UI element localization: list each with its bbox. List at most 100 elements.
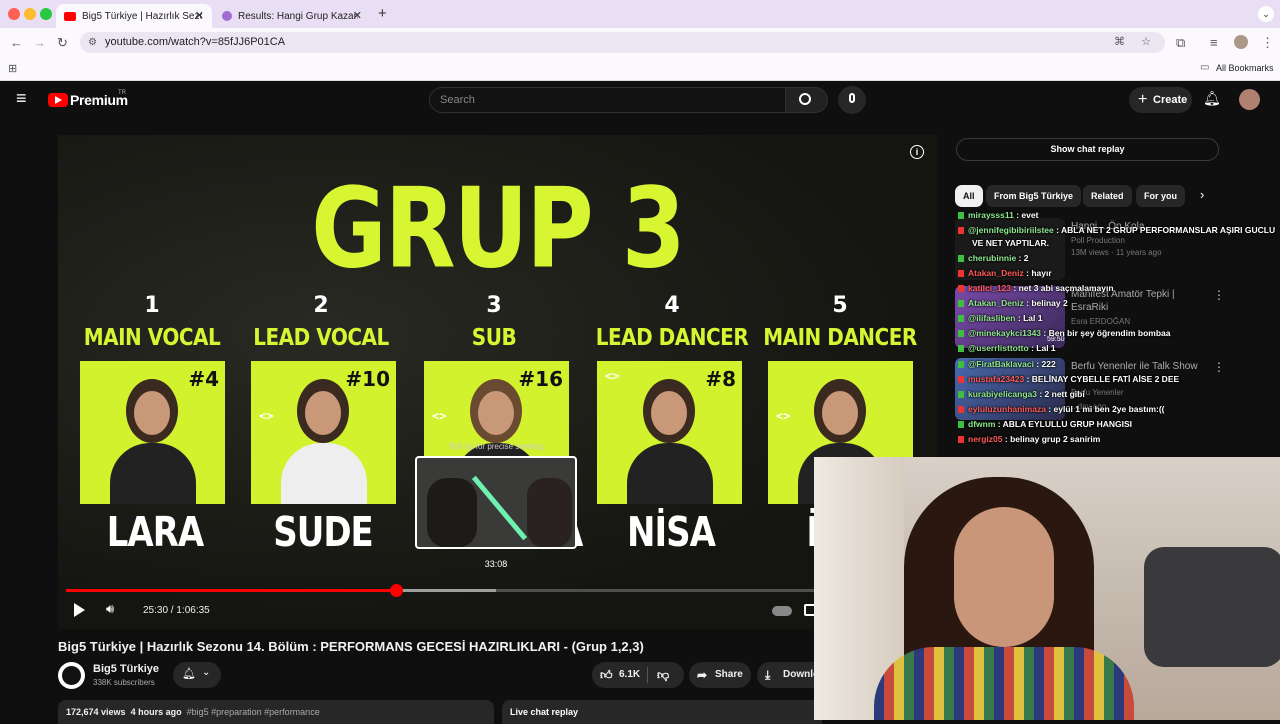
chevron-right-icon[interactable]: ›: [1200, 187, 1204, 202]
extensions-icon[interactable]: ⧉: [1176, 35, 1185, 51]
channel-logo-icon: [62, 666, 81, 685]
download-icon: ⤓: [765, 668, 771, 682]
chat-message: VE NET YAPTILAR.: [972, 238, 1049, 248]
chat-message: 2: [1023, 253, 1029, 263]
live-chat-replay-header[interactable]: Live chat replay: [502, 700, 822, 724]
chat-badge-icon: [958, 270, 964, 277]
youtube-header: ≡ Premium TR Search + Create 🔔︎: [0, 81, 1280, 119]
autoplay-toggle[interactable]: [772, 606, 792, 616]
chip-all[interactable]: All: [955, 185, 983, 207]
show-chat-replay-button[interactable]: Show chat replay: [956, 138, 1219, 161]
reload-icon[interactable]: ↻: [57, 35, 68, 51]
tab-results[interactable]: Results: Hangi Grup Kazanır? ✕: [214, 4, 370, 28]
member-body: [627, 443, 713, 504]
view-count: 172,674 views: [66, 707, 126, 717]
rec-meta: 13M views · 11 years ago: [1071, 248, 1162, 257]
chat-badge-icon: [958, 376, 964, 383]
chat-message: eylül 1 mi ben 2ye bastım:((: [1053, 404, 1165, 414]
back-icon[interactable]: ←: [10, 35, 23, 50]
member-face: [134, 391, 170, 435]
info-icon[interactable]: i: [910, 145, 924, 159]
minimize-window-button[interactable]: [24, 8, 36, 20]
chat-message: Lal 1: [1023, 313, 1043, 323]
address-bar-row: ← → ↻ ⚙ youtube.com/watch?v=85fJJ6P01CA …: [0, 28, 1280, 56]
member-face: [478, 391, 514, 435]
more-options-icon[interactable]: ⋮: [1213, 288, 1225, 302]
dislike-icon[interactable]: 👎︎: [657, 662, 669, 688]
bookmarks-bar: ⊞ ▭ All Bookmarks: [0, 56, 1280, 81]
live-chat-label: Live chat replay: [510, 707, 579, 717]
download-button[interactable]: ⤓ Downlo: [757, 662, 819, 688]
video-player[interactable]: GRUP 3 i 1 MAIN VOCAL #4 LARA 2 LEAD VOC…: [58, 135, 937, 629]
youtube-logo-icon[interactable]: [48, 93, 68, 107]
rec-channel: Esra ERDOĞAN: [1071, 317, 1131, 326]
chat-message: Lal 1: [1036, 343, 1056, 353]
chat-badge-icon: [958, 255, 964, 262]
webcam-chair: [1144, 547, 1280, 667]
close-tab-icon[interactable]: ✕: [353, 9, 362, 22]
chat-badge-icon: [958, 315, 964, 322]
scrubber-handle[interactable]: [389, 584, 403, 597]
webcam-overlay: [814, 457, 1280, 720]
browser-menu-icon[interactable]: ⋮: [1261, 35, 1274, 51]
profile-avatar[interactable]: [1234, 35, 1248, 49]
url-input[interactable]: ⚙ youtube.com/watch?v=85fJJ6P01CA ⌘ ☆: [80, 32, 1165, 53]
channel-avatar[interactable]: [58, 662, 85, 689]
chat-user: @ilifasliben: [968, 313, 1016, 323]
all-bookmarks-link[interactable]: All Bookmarks: [1216, 63, 1274, 73]
description-box[interactable]: 172,674 views 4 hours ago #big5 #prepara…: [58, 700, 494, 724]
volume-icon[interactable]: 🔊︎: [106, 601, 114, 617]
play-button[interactable]: [74, 603, 85, 617]
subscribed-bell-button[interactable]: 🔔︎ ⌄: [173, 662, 221, 688]
close-tab-icon[interactable]: ✕: [195, 9, 204, 22]
chip-related[interactable]: Related: [1083, 185, 1132, 207]
like-icon[interactable]: 👍︎: [600, 662, 613, 688]
hashtags[interactable]: #big5 #preparation #performance: [187, 707, 320, 717]
close-window-button[interactable]: [8, 8, 20, 20]
member-name: SUDE: [273, 509, 374, 557]
share-button[interactable]: ➦ Share: [689, 662, 751, 688]
member-role: LEAD VOCAL: [253, 323, 389, 351]
member-tag: #10: [345, 367, 390, 391]
chip-for-you[interactable]: For you: [1136, 185, 1185, 207]
zoom-window-button[interactable]: [40, 8, 52, 20]
voice-search-button[interactable]: [838, 86, 866, 114]
bell-icon: 🔔︎: [182, 668, 196, 680]
chip-from-channel[interactable]: From Big5 Türkiye: [986, 185, 1082, 207]
preview-figure: [527, 478, 572, 547]
preview-figure: [427, 478, 477, 547]
translate-icon[interactable]: ⌘: [1114, 32, 1125, 53]
chat-message: ABLA NET 2 GRUP PERFORMANSLAR AŞIRI GUCL…: [1061, 225, 1276, 235]
arrow-glyph: <>: [776, 409, 791, 423]
forward-icon[interactable]: →: [33, 35, 46, 50]
browser-tab-bar: Big5 Türkiye | Hazırlık Sezonu ✕ Results…: [0, 0, 1280, 28]
member-name: İ: [806, 509, 819, 557]
channel-name[interactable]: Big5 Türkiye: [93, 663, 159, 675]
chat-badge-icon: [958, 330, 964, 337]
tab-search-button[interactable]: ⌄: [1258, 6, 1274, 22]
chat-badge-icon: [958, 421, 964, 428]
search-button[interactable]: [786, 87, 828, 113]
like-count[interactable]: 6.1K: [619, 662, 640, 688]
progress-bar[interactable]: [66, 584, 826, 597]
chat-message: 222: [1041, 359, 1056, 369]
create-button[interactable]: + Create: [1129, 87, 1192, 113]
notifications-bell-icon[interactable]: 🔔︎: [1203, 90, 1221, 107]
poll-favicon-icon: [222, 11, 232, 21]
search-input[interactable]: Search: [429, 87, 786, 113]
hamburger-menu-icon[interactable]: ≡: [16, 89, 27, 107]
more-options-icon[interactable]: ⋮: [1213, 360, 1225, 374]
new-tab-button[interactable]: +: [378, 5, 387, 22]
apps-grid-icon[interactable]: ⊞: [8, 62, 17, 75]
progress-played: [66, 589, 396, 592]
media-controls-icon[interactable]: ≡: [1210, 35, 1218, 50]
chat-message: belinay 2: [1031, 298, 1068, 308]
upload-age: 4 hours ago: [130, 707, 182, 717]
site-info-icon[interactable]: ⚙: [88, 32, 97, 53]
chat-user: @minekaykci1343: [968, 328, 1042, 338]
account-avatar[interactable]: [1239, 89, 1260, 110]
chat-message: Ben bir şey öğrendim bombaa: [1048, 328, 1171, 338]
bookmark-star-icon[interactable]: ☆: [1141, 32, 1151, 53]
share-label: Share: [715, 669, 743, 680]
tab-youtube[interactable]: Big5 Türkiye | Hazırlık Sezonu ✕: [56, 4, 212, 28]
